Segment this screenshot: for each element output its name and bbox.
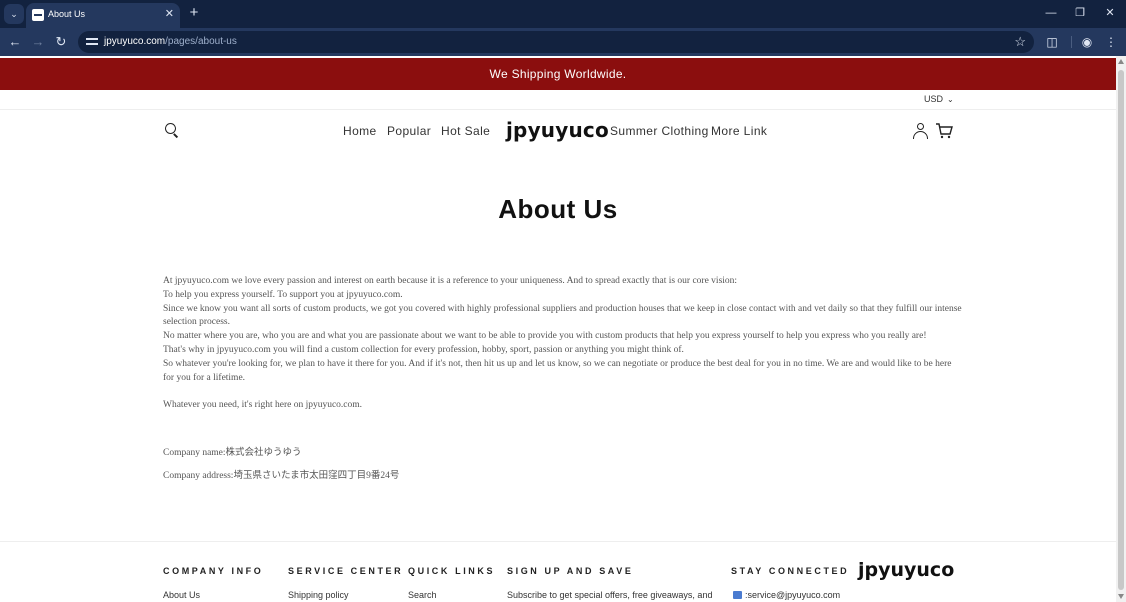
page-title: About Us <box>498 194 618 224</box>
scroll-up-icon[interactable] <box>1118 59 1124 64</box>
header-divider <box>0 109 1116 110</box>
company-name: Company name:株式会社ゆうゆう <box>163 448 302 458</box>
footer-logo[interactable]: jpyuyuco <box>858 559 954 581</box>
new-tab-icon[interactable]: + <box>186 4 202 22</box>
restore-icon[interactable]: ❐ <box>1070 5 1090 21</box>
nav-summer-clothing[interactable]: Summer Clothing <box>610 124 709 138</box>
browser-tab[interactable]: About Us ✕ <box>26 3 180 28</box>
about-paragraph: To help you express yourself. To support… <box>163 289 403 300</box>
scrollbar-thumb[interactable] <box>1118 70 1124 590</box>
company-address: Company address:埼玉県さいたま市太田窪四丁目9番24号 <box>163 471 400 481</box>
mail-icon <box>733 591 742 599</box>
address-bar[interactable]: jpyuyuco.com/pages/about-us ☆ <box>78 31 1034 53</box>
about-paragraph: Since we know you want all sorts of cust… <box>163 303 962 328</box>
currency-selector[interactable]: USD ⌄ <box>924 94 954 104</box>
footer-email[interactable]: :service@jpyuyuco.com <box>733 590 840 600</box>
browser-toolbar: ← → ↻ jpyuyuco.com/pages/about-us ☆ ◫ ◉ … <box>0 28 1126 56</box>
forward-icon[interactable]: → <box>29 33 47 51</box>
footer-heading-sign-up: SIGN UP AND SAVE <box>507 566 634 576</box>
scroll-down-icon[interactable] <box>1118 594 1124 599</box>
search-icon[interactable] <box>165 123 179 138</box>
page-viewport: We Shipping Worldwide. USD ⌄ Home Popular… <box>0 56 1116 602</box>
url-domain: jpyuyuco.com <box>104 36 166 47</box>
about-closing: Whatever you need, it's right here on jp… <box>163 400 363 411</box>
footer-heading-stay-connected: STAY CONNECTED <box>731 566 850 576</box>
announcement-bar: We Shipping Worldwide. <box>0 58 1116 90</box>
browser-tab-bar: ⌄ About Us ✕ + — ❐ ✕ <box>0 0 1126 28</box>
footer-signup-text: Subscribe to get special offers, free gi… <box>507 590 713 600</box>
about-paragraph: No matter where you are, who you are and… <box>163 331 927 342</box>
footer-heading-company-info: COMPANY INFO <box>163 566 264 576</box>
page-scrollbar[interactable] <box>1116 56 1126 602</box>
reload-icon[interactable]: ↻ <box>52 33 70 51</box>
toolbar-divider <box>1071 36 1072 48</box>
extensions-icon[interactable]: ◫ <box>1043 33 1061 51</box>
nav-more-link[interactable]: More Link <box>711 124 767 138</box>
footer-link-about-us[interactable]: About Us <box>163 590 200 600</box>
footer-link-search[interactable]: Search <box>408 590 437 600</box>
footer-divider <box>0 541 1116 542</box>
chevron-down-icon: ⌄ <box>947 95 954 104</box>
about-body: At jpyuyuco.com we love every passion an… <box>163 275 963 413</box>
menu-icon[interactable]: ⋮ <box>1102 33 1120 51</box>
about-paragraph: That's why in jpyuyuco.com you will find… <box>163 344 684 355</box>
url-path: /pages/about-us <box>165 36 237 47</box>
minimize-icon[interactable]: — <box>1041 5 1061 21</box>
close-tab-icon[interactable]: ✕ <box>165 7 174 20</box>
nav-popular[interactable]: Popular <box>387 124 431 138</box>
currency-label: USD <box>924 94 944 104</box>
site-info-icon[interactable] <box>86 36 98 48</box>
footer-email-text: :service@jpyuyuco.com <box>745 590 841 600</box>
about-paragraph: At jpyuyuco.com we love every passion an… <box>163 276 738 286</box>
close-icon[interactable]: ✕ <box>1100 5 1120 21</box>
profile-icon[interactable]: ◉ <box>1078 33 1096 51</box>
footer-link-shipping-policy[interactable]: Shipping policy <box>288 590 349 600</box>
account-icon[interactable] <box>913 123 929 139</box>
tab-search-icon[interactable]: ⌄ <box>4 4 24 24</box>
footer-heading-service-center: SERVICE CENTER <box>288 566 404 576</box>
tab-title: About Us <box>48 9 86 19</box>
back-icon[interactable]: ← <box>6 33 24 51</box>
star-icon[interactable]: ☆ <box>1014 34 1026 50</box>
about-paragraph: So whatever you're looking for, we plan … <box>163 358 952 383</box>
url-text[interactable]: jpyuyuco.com/pages/about-us <box>104 36 237 47</box>
favicon-icon <box>32 9 44 21</box>
site-logo[interactable]: jpyuyuco <box>506 118 609 142</box>
cart-icon[interactable] <box>935 123 953 139</box>
footer-heading-quick-links: QUICK LINKS <box>408 566 496 576</box>
nav-home[interactable]: Home <box>343 124 377 138</box>
nav-hot-sale[interactable]: Hot Sale <box>441 124 490 138</box>
